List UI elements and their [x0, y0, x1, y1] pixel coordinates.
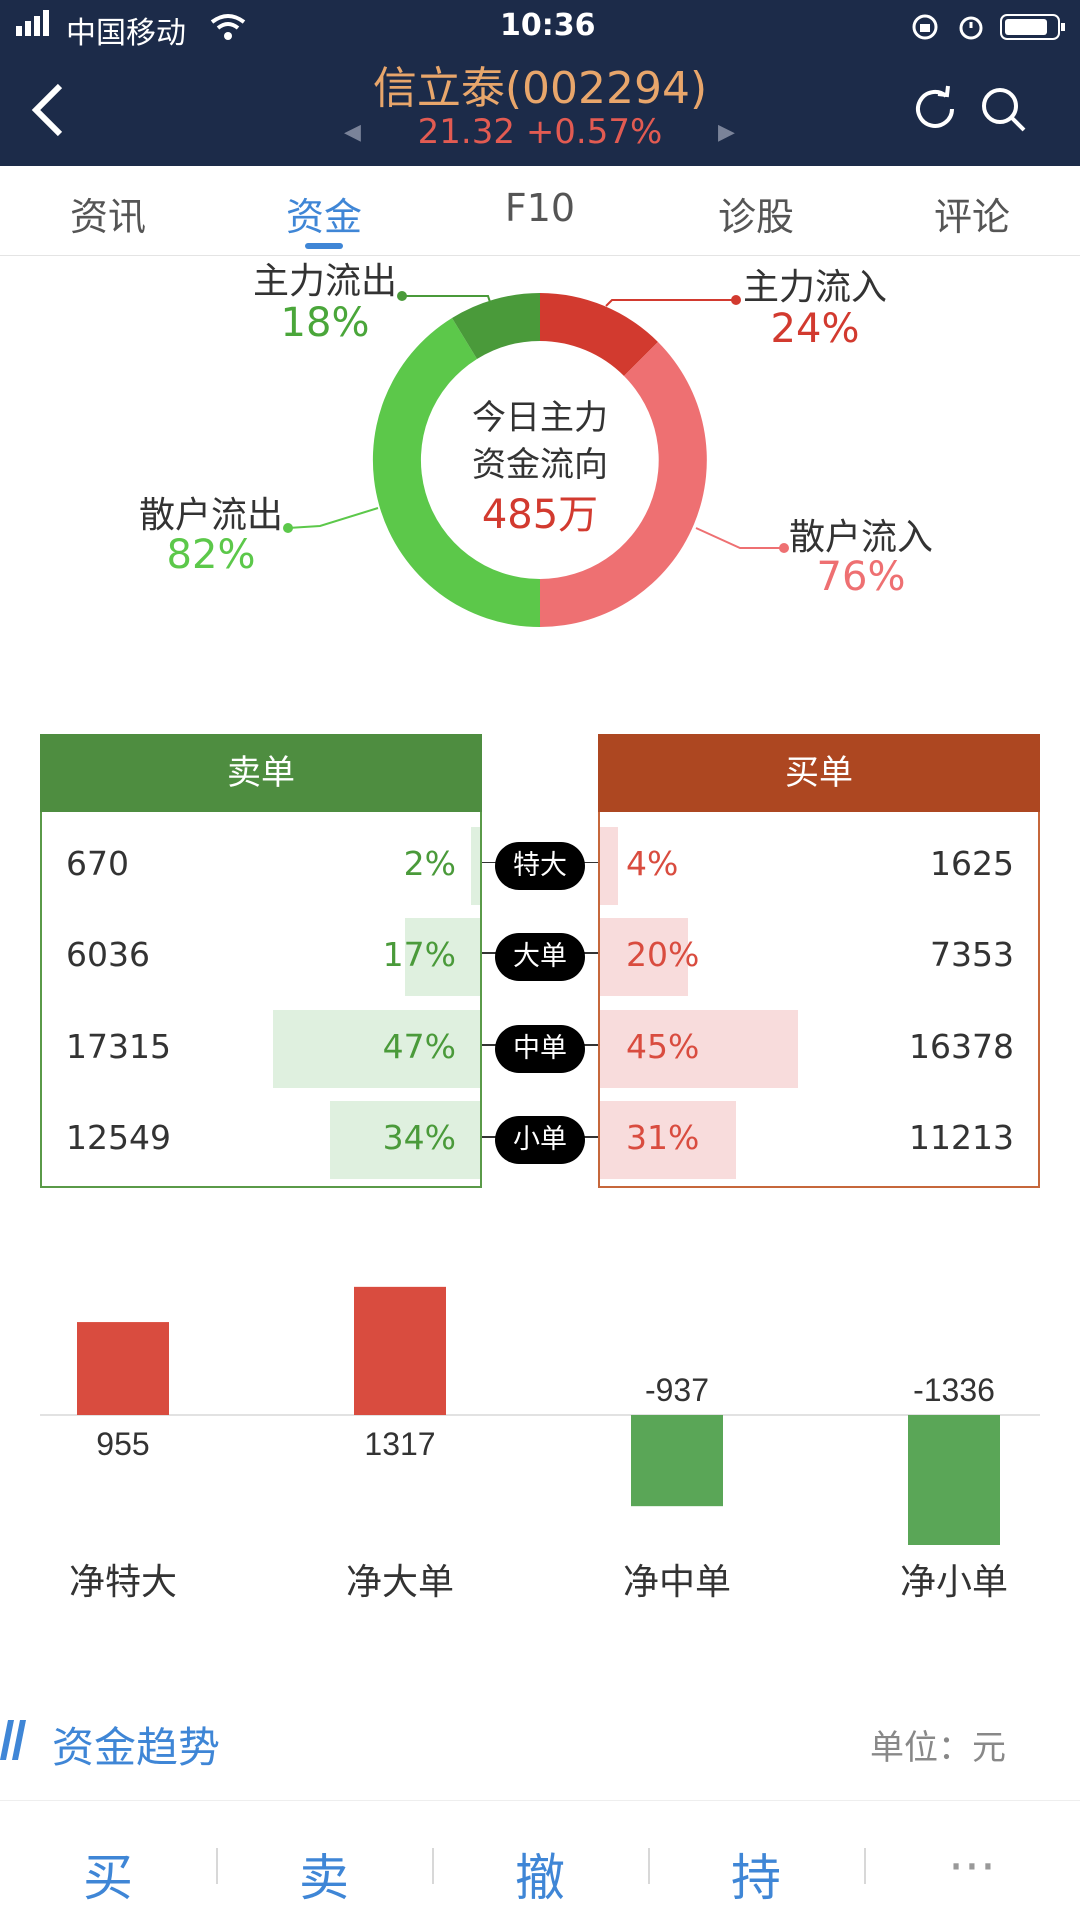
tab-f10[interactable]: F10	[450, 186, 630, 230]
net-flow-chart: 955 净特大 1317 净大单 -937 净中单 -1336 净小单	[40, 1286, 1040, 1603]
net-bar	[77, 1322, 169, 1415]
hold-button[interactable]: 持	[696, 1838, 816, 1910]
net-bar-value: 1317	[364, 1426, 435, 1462]
alarm-icon	[956, 12, 986, 46]
buy-header: 买单	[598, 734, 1040, 812]
retail-in-pct: 76%	[816, 554, 906, 600]
tab-diagnosis[interactable]: 诊股	[666, 186, 846, 241]
tab-comments[interactable]: 评论	[882, 186, 1062, 241]
tab-news[interactable]: 资讯	[18, 186, 198, 241]
net-bar	[631, 1415, 723, 1507]
divider	[216, 1848, 218, 1884]
order-type-badge: 中单	[495, 1024, 585, 1073]
net-bar-value: -1336	[913, 1372, 995, 1408]
buy-volume: 1625	[930, 843, 1014, 883]
next-stock-icon[interactable]: ▶	[718, 120, 735, 145]
sell-percent: 34%	[382, 1118, 456, 1158]
prev-stock-icon[interactable]: ◀	[344, 120, 361, 145]
clock: 10:36	[500, 8, 596, 43]
signal-icon	[16, 8, 56, 46]
net-bar-category: 净特大	[69, 1562, 177, 1603]
divider	[432, 1848, 434, 1884]
buy-percent: 4%	[626, 843, 679, 883]
net-bar	[908, 1415, 1000, 1545]
donut-center-line2: 资金流向	[472, 445, 608, 485]
order-connector	[482, 861, 598, 1138]
refresh-icon[interactable]	[910, 84, 960, 138]
donut-center-line1: 今日主力	[472, 398, 608, 438]
net-bar-category: 净小单	[900, 1562, 1008, 1603]
sell-percent: 47%	[382, 1026, 456, 1066]
sell-volume: 17315	[66, 1026, 171, 1066]
rotation-lock-icon	[910, 12, 940, 46]
active-tab-indicator	[305, 243, 343, 249]
buy-percent: 20%	[626, 935, 700, 975]
cancel-button[interactable]: 撤	[480, 1838, 600, 1910]
buy-share-bar	[600, 826, 618, 905]
main-out-label: 主力流出	[252, 261, 397, 302]
sell-share-bar	[471, 826, 480, 905]
carrier-name: 中国移动	[66, 16, 186, 51]
retail-out-label: 散户流出	[138, 495, 283, 536]
battery-icon	[1000, 12, 1066, 46]
divider	[864, 1848, 866, 1884]
trend-title: 资金趋势	[52, 1723, 221, 1772]
net-bar-category: 净大单	[346, 1562, 454, 1603]
order-type-badge: 特大	[495, 841, 585, 890]
trend-unit: 单位：元	[870, 1728, 1006, 1768]
buy-button[interactable]: 买	[48, 1838, 168, 1910]
divider	[648, 1848, 650, 1884]
net-bar-value: 955	[96, 1426, 149, 1462]
search-icon[interactable]	[978, 84, 1028, 138]
net-bar	[354, 1286, 446, 1415]
buy-percent: 31%	[626, 1118, 700, 1158]
main-in-label: 主力流入	[742, 267, 887, 308]
buy-volume: 7353	[930, 935, 1014, 975]
donut-center-value: 485万	[481, 492, 599, 538]
sell-percent: 2%	[403, 843, 456, 883]
sell-volume: 670	[66, 843, 129, 883]
wifi-icon	[208, 12, 248, 46]
buy-volume: 16378	[909, 1026, 1014, 1066]
sell-volume: 12549	[66, 1118, 171, 1158]
sell-header: 卖单	[40, 734, 482, 812]
net-bar-category: 净中单	[623, 1562, 731, 1603]
net-bar-value: -937	[645, 1372, 709, 1408]
retail-out-pct: 82%	[166, 532, 256, 578]
sell-volume: 6036	[66, 935, 150, 975]
order-type-badge: 大单	[495, 933, 585, 982]
sell-percent: 17%	[382, 935, 456, 975]
order-type-badge: 小单	[495, 1116, 585, 1165]
buy-percent: 45%	[626, 1026, 700, 1066]
more-button[interactable]: ···	[912, 1838, 1032, 1896]
tab-funds[interactable]: 资金	[234, 186, 414, 241]
sell-button[interactable]: 卖	[264, 1838, 384, 1910]
retail-in-label: 散户流入	[788, 517, 933, 558]
section-marker-icon	[0, 1718, 30, 1766]
buy-volume: 11213	[909, 1118, 1014, 1158]
main-in-pct: 24%	[770, 306, 860, 352]
main-out-pct: 18%	[280, 300, 370, 346]
